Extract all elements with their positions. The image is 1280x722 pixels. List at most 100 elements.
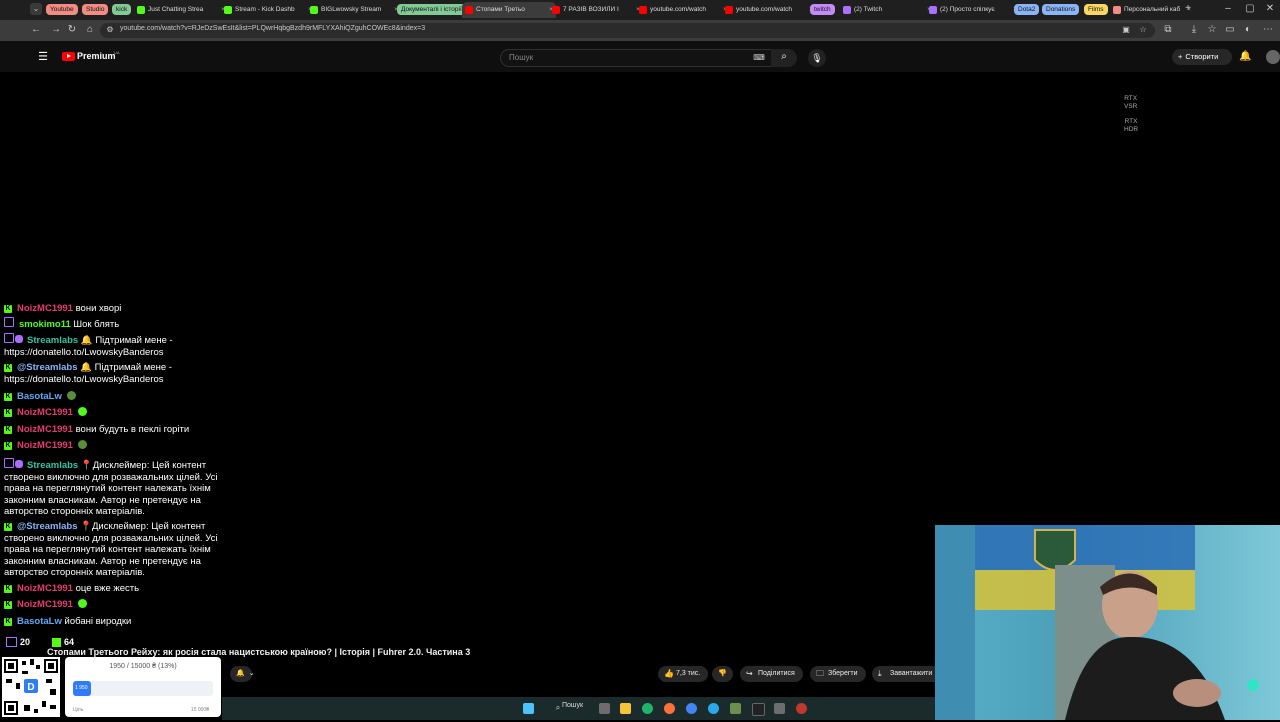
address-bar[interactable]: ⚙ youtube.com/watch?v=RJeDzSwEsIt&list=P… (100, 23, 1155, 38)
chat-username[interactable]: NoizMC1991 (17, 583, 73, 594)
voice-search-button[interactable]: 🎙 (808, 49, 826, 67)
site-info-icon[interactable]: ⚙ (104, 24, 116, 36)
chat-username[interactable]: NoizMC1991 (17, 424, 73, 435)
tab-title: BIGLwowsky Stream (321, 6, 382, 13)
file-explorer-icon[interactable] (620, 703, 631, 714)
terminal-icon[interactable] (752, 703, 765, 716)
emote-icon (77, 599, 87, 608)
minimize-icon[interactable]: – (1222, 3, 1234, 15)
search-button[interactable]: ⌕ (771, 49, 797, 67)
chat-username[interactable]: smokimo11 (19, 319, 71, 330)
tab-search-chevron-icon[interactable]: ⌄ (30, 3, 42, 15)
task-view-icon[interactable] (599, 703, 610, 714)
browser-tab[interactable]: youtube.com/watch× (722, 2, 816, 18)
tab-group-1[interactable]: Studio (82, 4, 109, 15)
tab-favicon-icon (929, 6, 937, 14)
extensions-icon[interactable]: ⧉ (1162, 24, 1174, 36)
obs-icon[interactable] (796, 703, 807, 714)
chat-username[interactable]: @Streamlabs (17, 521, 77, 532)
chat-text: оце вже жесть (75, 583, 140, 594)
firefox-icon[interactable] (664, 703, 675, 714)
close-tab-icon[interactable]: × (806, 2, 816, 18)
chat-username[interactable]: NoizMC1991 (17, 440, 73, 451)
telegram-icon[interactable] (708, 703, 719, 714)
browser-tab[interactable]: Stream - Kick Dashb× (221, 2, 315, 18)
forward-icon[interactable]: → (50, 24, 62, 36)
browser-tab[interactable]: 7 РАЗІВ ВОЗИЛИ І × (549, 2, 643, 18)
chat-username[interactable]: BasotaLw (17, 391, 62, 402)
chat-message: Streamlabs 🔔 Підтримай мене - https://do… (4, 333, 240, 358)
chevron-down-icon: ⌄ (248, 670, 255, 677)
youtube-brand[interactable]: Premium (77, 51, 116, 61)
chat-username[interactable]: NoizMC1991 (17, 599, 73, 610)
tab-favicon-icon (224, 6, 232, 14)
tab-group-3[interactable]: Документалі і історії (397, 4, 466, 15)
edge-icon[interactable] (642, 703, 653, 714)
chat-username[interactable]: @Streamlabs (17, 362, 77, 373)
app-icon[interactable] (730, 703, 741, 714)
tab-group-7[interactable]: Films (1084, 4, 1108, 15)
chat-message: K BasotaLw (4, 391, 240, 403)
browser-tab[interactable]: (2) Twitch× (840, 2, 934, 18)
kick-badge-icon: K (4, 523, 12, 531)
browser-tab[interactable]: Just Chatting Strea × (134, 2, 228, 18)
tab-favicon-icon (137, 6, 145, 14)
chrome-icon[interactable] (686, 703, 697, 714)
windows-start-icon[interactable] (523, 703, 534, 714)
like-button[interactable]: 👍 7,3 тис. (658, 666, 709, 682)
browser-tab[interactable]: Стопами Третьо × (462, 2, 556, 18)
save-button[interactable]: 🗀 Зберегти (810, 666, 866, 682)
browser-tab[interactable]: (2) Просто спілкує × (926, 2, 1020, 18)
browser-tab[interactable]: BIGLwowsky Stream × (307, 2, 401, 18)
keyboard-icon[interactable]: ⌨ (753, 52, 765, 64)
twitch-badge-icon (4, 333, 14, 343)
tab-group-2[interactable]: kick (112, 4, 132, 15)
close-window-icon[interactable]: ✕ (1264, 3, 1276, 15)
close-tab-icon[interactable]: × (391, 2, 401, 18)
search-field[interactable]: Пошук ⌨ (500, 49, 772, 67)
downloads-icon[interactable]: ⤓ (1188, 24, 1200, 36)
verified-badge-icon (15, 460, 23, 468)
chat-message: K NoizMC1991 оце вже жесть (4, 583, 240, 595)
download-button[interactable]: ⤓ Завантажити (872, 666, 944, 682)
install-app-icon[interactable]: ▣ (1120, 24, 1132, 36)
share-button[interactable]: ↪ Поділитися (740, 666, 803, 682)
chat-text: Шок блять (73, 319, 120, 330)
favorites-icon[interactable]: ☆ (1206, 24, 1218, 36)
like-count: 7,3 тис. (676, 670, 701, 677)
tab-group-0[interactable]: Youtube (46, 4, 78, 15)
subscribe-bell-button[interactable]: 🔔 ⌄ (230, 666, 255, 682)
chat-message: K NoizMC1991 (4, 407, 240, 419)
bookmark-star-icon[interactable]: ☆ (1137, 24, 1149, 36)
notifications-bell-icon[interactable]: 🔔 (1239, 51, 1251, 63)
wallet-icon[interactable]: ▭ (1224, 24, 1236, 36)
reload-icon[interactable]: ↻ (66, 24, 78, 36)
tab-group-6[interactable]: Donations (1042, 4, 1080, 15)
tab-favicon-icon (310, 6, 318, 14)
app-icon-2[interactable] (774, 703, 785, 714)
browser-tab[interactable]: youtube.com/watch× (636, 2, 730, 18)
copilot-icon[interactable]: ◐ (1242, 24, 1254, 36)
chat-username[interactable]: Streamlabs (27, 460, 78, 471)
tab-title: youtube.com/watch (650, 6, 707, 13)
rtx-vsr-badge: RTX VSR (1124, 95, 1138, 110)
home-icon[interactable]: ⌂ (84, 24, 96, 36)
new-tab-plus-icon[interactable]: + (1182, 3, 1194, 15)
tab-favicon-icon (465, 6, 473, 14)
browser-menu-icon[interactable]: ⋯ (1262, 24, 1274, 36)
create-button[interactable]: + Створити (1172, 49, 1232, 65)
back-icon[interactable]: ← (30, 24, 42, 36)
chat-username[interactable]: Streamlabs (27, 335, 78, 346)
hamburger-menu-icon[interactable]: ☰ (37, 51, 49, 63)
maximize-icon[interactable]: ▢ (1244, 3, 1256, 15)
chat-username[interactable]: NoizMC1991 (17, 407, 73, 418)
chat-username[interactable]: NoizMC1991 (17, 303, 73, 314)
chat-username[interactable]: BasotaLw (17, 616, 62, 627)
youtube-logo-icon[interactable] (62, 52, 75, 61)
avatar[interactable] (1266, 50, 1280, 64)
search-input[interactable]: Пошук (509, 53, 533, 62)
browser-tab-strip: ⌄ Youtube Studio kick Документалі і історії… (0, 0, 1280, 20)
dislike-button[interactable]: 👎 (712, 666, 733, 682)
taskbar-search-label[interactable]: Пошук (562, 702, 583, 709)
close-tab-icon[interactable]: × (1010, 2, 1020, 18)
